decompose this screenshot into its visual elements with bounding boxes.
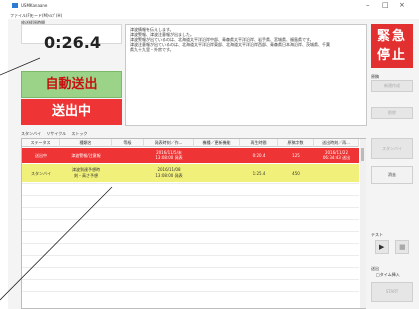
message-line: 県九十九里・外房です。	[130, 47, 174, 52]
row-status: 送出中	[35, 153, 47, 158]
grid-line	[22, 279, 359, 280]
col-announce-time[interactable]: 発表時刻／作...	[144, 139, 194, 147]
table-row[interactable]: スタンバイ 津波到達予想時 刻・高さ予想 2016/11/08 13:08:00…	[22, 164, 359, 182]
tab-stock[interactable]: ストック	[71, 131, 87, 137]
stop-icon: ■	[399, 243, 406, 251]
play-button[interactable]: ▶	[375, 240, 389, 254]
emergency-stop-button[interactable]: 緊急 停止	[371, 24, 413, 68]
table-row[interactable]: 送出中 津波警報/注意報 2016/11/5/末 13:08:00 発表 0:2…	[22, 148, 359, 163]
grid-line	[22, 207, 359, 208]
grid-line	[22, 255, 359, 256]
sending-status: 送出中	[21, 99, 122, 125]
table-scrollbar[interactable]	[360, 139, 366, 308]
standby-button[interactable]: スタンバイ	[371, 138, 413, 159]
maximize-button[interactable]: □	[382, 1, 389, 9]
minimize-button[interactable]: –	[366, 1, 370, 9]
menu-bar: ファイル(F) モード(M) ﾍﾙﾌﾟ(H)	[8, 12, 419, 19]
grid-line	[22, 267, 359, 268]
close-button[interactable]: ×	[399, 1, 405, 9]
row-chars: 450	[292, 171, 300, 176]
col-model[interactable]: 機種／更新機能	[194, 139, 240, 147]
row-sent-time: 06:34:43 送出	[322, 155, 351, 160]
col-duration[interactable]: 再生時間	[240, 139, 278, 147]
grid-line	[22, 291, 359, 292]
item-table: ステータス 種類名 等級 発表時刻／作... 機種／更新機能 再生時間 原稿字数…	[21, 138, 366, 309]
play-icon: ▶	[379, 243, 385, 251]
delete-button[interactable]: 削除	[371, 107, 413, 119]
app-window: USMKanaane – □ × ファイル(F) モード(M) ﾍﾙﾌﾟ(H) …	[8, 0, 419, 309]
row-status: スタンバイ	[31, 171, 51, 176]
row-announce-time: 13:08:00 発表	[155, 155, 183, 160]
menu-file[interactable]: ファイル(F)	[10, 13, 31, 19]
start-button[interactable]: START	[371, 282, 413, 302]
grid-line	[22, 219, 359, 220]
grid-line	[22, 243, 359, 244]
row-type-line-1: 津波到達予想時	[72, 167, 100, 172]
stop-button[interactable]: ■	[395, 240, 409, 254]
col-status[interactable]: ステータス	[22, 139, 60, 147]
menu-mode[interactable]: モード(M)	[30, 13, 49, 19]
grid-line	[22, 183, 359, 184]
col-chars[interactable]: 原稿字数	[278, 139, 314, 147]
grid-line	[22, 231, 359, 232]
row-announce-date: 2016/11/08	[157, 167, 181, 172]
tab-recycle[interactable]: リサイクル	[46, 131, 66, 137]
time-insert-checkbox[interactable]: □タイム挿入	[376, 272, 400, 278]
row-chars: 125	[292, 153, 300, 158]
emergency-line-1: 緊急	[376, 29, 407, 44]
row-type-line-2: 刻・高さ予想	[74, 173, 98, 178]
list-tabs: スタンバイ リサイクル ストック	[21, 131, 91, 137]
timer-value: 0:26.4	[43, 33, 101, 52]
row-duration: 1:25.4	[252, 171, 266, 176]
menu-help[interactable]: ﾍﾙﾌﾟ(H)	[48, 13, 62, 19]
col-sent-time[interactable]: 送出時刻／再...	[314, 139, 359, 147]
test-label: テスト	[371, 232, 383, 237]
window-title: USMKanaane	[21, 3, 48, 8]
emergency-line-2: 停止	[376, 48, 407, 63]
message-text-box[interactable]: 津波情報を伝えします。 津波警報、津波注意報が出ました。 津波警報が出ているのは…	[125, 24, 367, 126]
auto-send-button[interactable]: 自動送出	[21, 71, 122, 98]
clear-button[interactable]: 消去	[371, 166, 413, 184]
grid-line	[22, 195, 359, 196]
app-icon	[12, 3, 18, 8]
scrollbar-thumb[interactable]	[361, 148, 364, 161]
row-duration: 0:20.4	[252, 153, 266, 158]
row-type: 津波警報/注意報	[71, 153, 101, 158]
col-grade[interactable]: 等級	[112, 139, 144, 147]
timer-panel: 0:26.4	[21, 24, 122, 52]
row-announce-time: 13:08:00 発表	[155, 173, 183, 178]
tab-standby[interactable]: スタンバイ	[21, 131, 41, 137]
title-bar: USMKanaane – □ ×	[8, 0, 419, 12]
screenshot-stage: USMKanaane – □ × ファイル(F) モード(M) ﾍﾙﾌﾟ(H) …	[0, 0, 419, 309]
new-draft-button[interactable]: 新規作成	[371, 80, 413, 92]
col-type[interactable]: 種類名	[60, 139, 112, 147]
table-header: ステータス 種類名 等級 発表時刻／作... 機種／更新機能 再生時間 原稿字数…	[22, 139, 359, 147]
